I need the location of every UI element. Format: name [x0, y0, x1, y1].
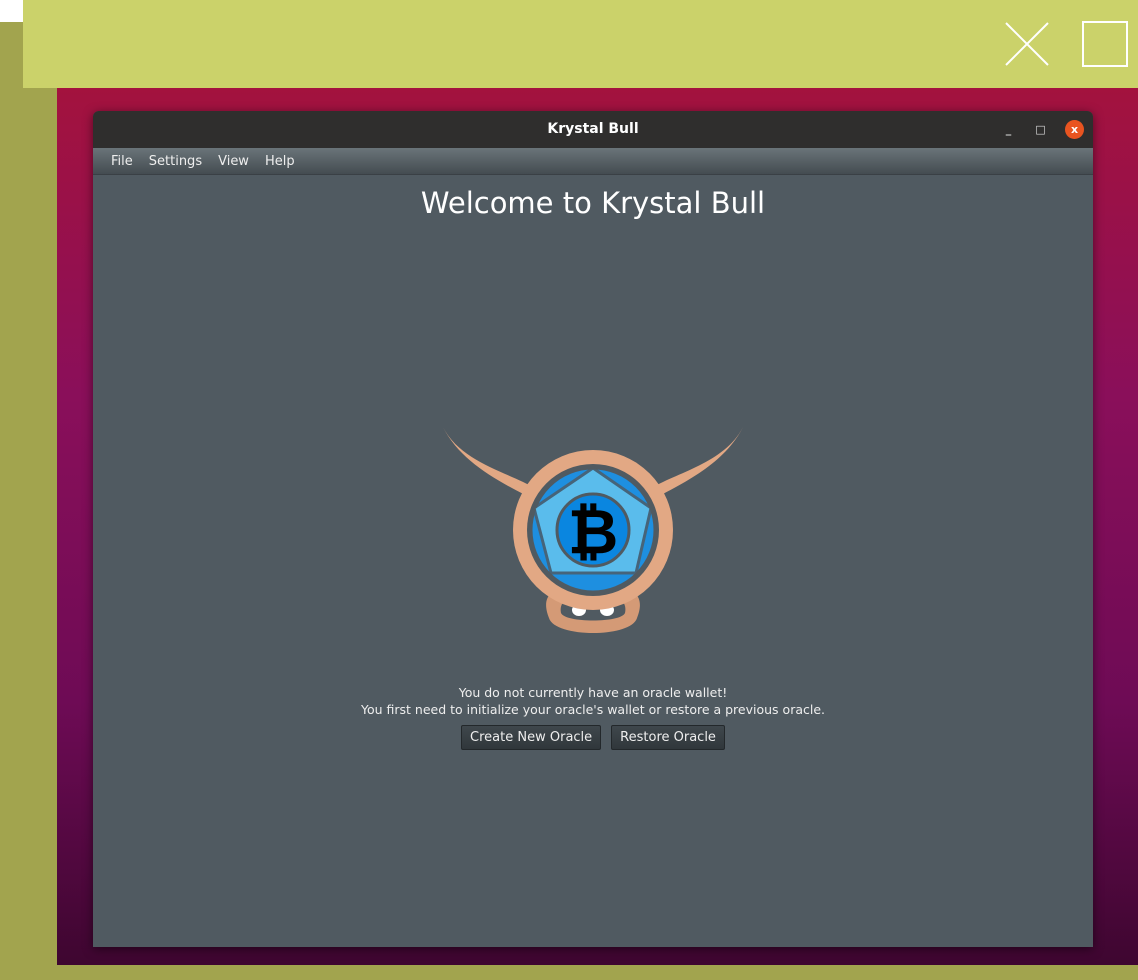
title-bar[interactable]: Krystal Bull _ □ x: [93, 111, 1093, 148]
corner-block: [0, 0, 23, 22]
menu-settings[interactable]: Settings: [141, 148, 210, 174]
krystal-bull-logo: ₿: [443, 427, 743, 633]
create-new-oracle-button[interactable]: Create New Oracle: [461, 725, 602, 750]
svg-text:₿: ₿: [568, 495, 619, 568]
maximize-button[interactable]: □: [1031, 120, 1050, 139]
close-button[interactable]: x: [1065, 120, 1084, 139]
no-wallet-message: You do not currently have an oracle wall…: [93, 684, 1093, 718]
restore-oracle-button[interactable]: Restore Oracle: [611, 725, 725, 750]
maximize-icon[interactable]: [1082, 21, 1128, 67]
menu-view[interactable]: View: [210, 148, 257, 174]
close-icon[interactable]: [1004, 21, 1050, 67]
minimize-button[interactable]: _: [999, 120, 1018, 139]
message-line-2: You first need to initialize your oracle…: [360, 702, 825, 717]
message-line-1: You do not currently have an oracle wall…: [458, 685, 728, 700]
page-title: Welcome to Krystal Bull: [420, 186, 766, 220]
menu-file[interactable]: File: [103, 148, 141, 174]
window-title: Krystal Bull: [547, 121, 639, 137]
menu-help[interactable]: Help: [257, 148, 303, 174]
overlay-top-bar: [23, 0, 1138, 88]
menu-bar: File Settings View Help: [93, 148, 1093, 175]
app-window: Krystal Bull _ □ x File Settings View He…: [93, 111, 1093, 947]
